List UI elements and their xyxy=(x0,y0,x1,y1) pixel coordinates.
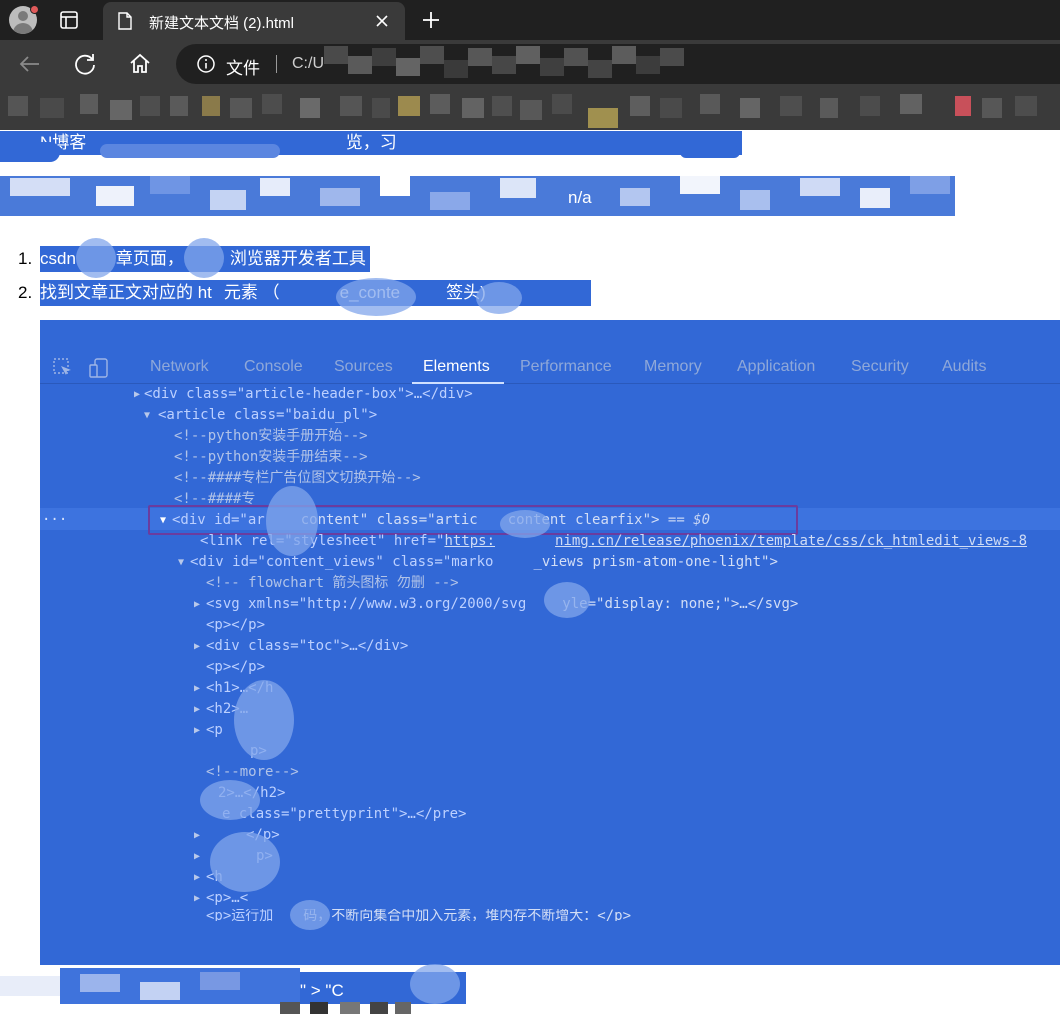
dom-row[interactable]: <!--more--> xyxy=(206,762,299,783)
document-icon xyxy=(118,12,132,30)
reload-icon[interactable] xyxy=(71,50,99,78)
redaction-blob xyxy=(476,282,522,314)
redaction-blob xyxy=(76,238,116,278)
tab-bar: 新建文本文档 (2).html xyxy=(0,0,1060,40)
dom-row[interactable]: ▶ <div class="toc">…</div> xyxy=(194,636,408,657)
address-url[interactable]: C:/U xyxy=(292,55,324,73)
address-separator xyxy=(276,55,277,73)
dom-row[interactable]: <p></p> xyxy=(206,615,265,636)
dom-row[interactable]: <!-- flowchart 箭头图标 勿删 --> xyxy=(206,573,459,594)
devtools-tab-console[interactable]: Console xyxy=(244,358,303,376)
redaction-blob xyxy=(200,780,260,820)
devtools-tab-sources[interactable]: Sources xyxy=(334,358,393,376)
browser-toolbar: 文件 C:/U xyxy=(0,40,1060,88)
line1-mid-text: 览，习 xyxy=(345,133,397,152)
devtools-tab-security[interactable]: Security xyxy=(851,358,909,376)
redaction-blob xyxy=(234,680,294,760)
bookmarks-bar xyxy=(0,88,1060,130)
bottom-text: " > "C xyxy=(300,981,344,1000)
dom-row[interactable]: <p>运行加 码，不断向集合中加入元素，堆内存不断增大：</p> xyxy=(206,909,631,921)
redaction-blob xyxy=(184,238,224,278)
dom-row[interactable]: ▼ <article class="baidu_pl"> xyxy=(144,405,377,426)
dom-row[interactable]: <!--python安装手册开始--> xyxy=(174,426,368,447)
dom-row[interactable]: ▶ <div class="article-header-box">…</div> xyxy=(134,384,473,405)
dom-row[interactable]: <link rel="stylesheet" href="https: nimg.… xyxy=(200,531,1027,552)
back-icon[interactable] xyxy=(16,50,44,78)
inspect-element-icon[interactable] xyxy=(52,357,74,379)
redaction-blob xyxy=(336,278,416,316)
devtools-screenshot: Network Console Sources Elements Perform… xyxy=(40,320,1060,965)
redaction-blob xyxy=(210,832,280,892)
device-toolbar-icon[interactable] xyxy=(88,357,110,379)
address-scheme-label: 文件 xyxy=(226,59,260,78)
redaction-blob xyxy=(544,582,590,618)
devtools-tab-strip: Network Console Sources Elements Perform… xyxy=(40,342,1060,384)
devtools-tab-application[interactable]: Application xyxy=(737,358,815,376)
dom-row[interactable]: <!--python安装手册结束--> xyxy=(174,447,368,468)
devtools-tab-elements[interactable]: Elements xyxy=(423,358,490,376)
page-content: N博客 览，习 n/a 1. csdn 章页面， 浏览器开发者工具 2. 找到文… xyxy=(0,130,1060,1025)
dom-row[interactable]: ▼ <div id="content_views" class="marko _vi… xyxy=(178,552,778,573)
row-ellipsis[interactable]: ... xyxy=(42,508,67,524)
devtools-tab-memory[interactable]: Memory xyxy=(644,358,702,376)
redaction-blob xyxy=(290,900,330,930)
redaction-blob xyxy=(266,486,318,556)
list-item-number: 2. xyxy=(18,283,33,302)
redaction-band-2 xyxy=(0,176,955,216)
dom-row[interactable]: ▶ <svg xmlns="http://www.w3.org/2000/svg y… xyxy=(194,594,798,615)
devtools-tab-network[interactable]: Network xyxy=(150,358,209,376)
line2-tail-text: n/a xyxy=(568,188,592,207)
redaction-blob xyxy=(500,510,550,538)
redaction-blob xyxy=(410,964,460,1004)
dom-row[interactable]: <p></p> xyxy=(206,657,265,678)
redaction-band-3 xyxy=(0,968,470,1014)
dom-row[interactable]: ▶ <p xyxy=(194,720,223,741)
address-bar[interactable]: 文件 C:/U xyxy=(176,44,1060,84)
tab-actions-icon[interactable] xyxy=(58,9,80,31)
dom-row[interactable]: e class="prettyprint">…</pre> xyxy=(222,804,466,825)
new-tab-icon[interactable] xyxy=(420,9,442,31)
devtools-tab-audits[interactable]: Audits xyxy=(942,358,986,376)
notification-dot xyxy=(30,5,39,14)
tab-title: 新建文本文档 (2).html xyxy=(149,15,295,32)
info-icon[interactable] xyxy=(196,54,216,74)
home-icon[interactable] xyxy=(126,50,154,78)
active-tab[interactable]: 新建文本文档 (2).html xyxy=(103,2,405,40)
close-tab-icon[interactable] xyxy=(373,12,391,30)
list-item-number: 1. xyxy=(18,249,33,268)
devtools-tab-performance[interactable]: Performance xyxy=(520,358,612,376)
